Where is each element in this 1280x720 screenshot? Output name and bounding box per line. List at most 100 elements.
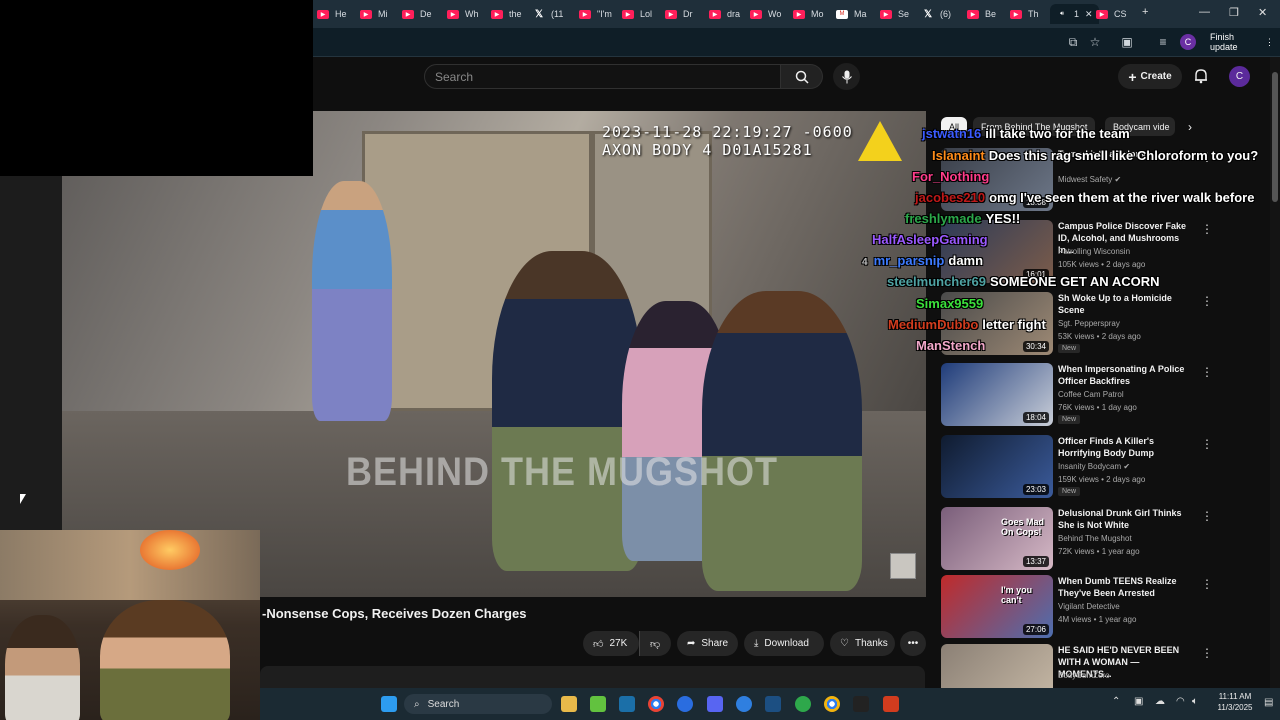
more-options-icon[interactable]: ⋮	[1201, 509, 1213, 523]
channel-name[interactable]: Behind The Mugshot	[1058, 534, 1132, 543]
app-icon[interactable]	[883, 696, 899, 712]
youtube-icon: ▶	[967, 9, 979, 19]
tray-chevron-icon[interactable]: ⌃	[1112, 696, 1120, 707]
browser-tab[interactable]: ▶ Mi	[360, 4, 388, 24]
voice-search-button[interactable]	[833, 63, 860, 90]
recommendation-title[interactable]: When Dumb TEENS Realize They've Been Arr…	[1058, 575, 1188, 599]
share-button[interactable]: ➦ Share	[677, 631, 738, 656]
video-thumbnail[interactable]: Goes Mad On Cops! 13:37	[941, 507, 1053, 570]
reading-list-icon[interactable]: ≡	[1155, 34, 1171, 50]
like-button[interactable]: 👍︎ 27K	[583, 631, 639, 656]
search-button[interactable]	[781, 64, 823, 89]
finish-update-button[interactable]: Finish update ⋮	[1204, 32, 1280, 52]
taskbar-clock[interactable]: 11:11 AM 11/3/2025	[1212, 691, 1258, 713]
chrome-icon[interactable]	[824, 696, 840, 712]
channel-watermark-icon[interactable]	[890, 553, 916, 579]
nvidia-icon[interactable]	[590, 696, 606, 712]
description-box[interactable]	[260, 666, 925, 688]
more-options-icon[interactable]: ⋮	[1201, 365, 1213, 379]
channel-name[interactable]: Patrolling Wisconsin	[1058, 247, 1130, 256]
channel-name[interactable]: Sgt. Pepperspray	[1058, 319, 1120, 328]
thanks-button[interactable]: ♡ Thanks	[830, 631, 895, 656]
browser-tab[interactable]: 🔊︎ 1 ✕	[1050, 4, 1099, 24]
recommendation-title[interactable]: Officer Finds A Killer's Horrifying Body…	[1058, 435, 1188, 459]
more-options-icon[interactable]: ⋮	[1201, 222, 1213, 236]
install-app-icon[interactable]: ⧉	[1065, 34, 1081, 50]
steam-icon[interactable]	[765, 696, 781, 712]
scrollbar-thumb[interactable]	[1272, 72, 1278, 202]
minimize-button[interactable]: —	[1199, 6, 1210, 18]
close-window-button[interactable]: ✕	[1258, 6, 1267, 19]
maximize-button[interactable]: ❐	[1229, 6, 1239, 19]
search-input[interactable]: Search	[424, 64, 781, 89]
video-thumbnail[interactable]: I'm you can't 27:06	[941, 575, 1053, 638]
browser-tab[interactable]: M Ma	[836, 4, 867, 24]
app-icon[interactable]	[795, 696, 811, 712]
browser-tab[interactable]: ▶ Th	[1010, 4, 1039, 24]
dislike-button[interactable]: 👎︎	[639, 631, 671, 656]
browser-tab[interactable]: ▶ Wh	[447, 4, 479, 24]
download-button[interactable]: ⤓ Download	[744, 631, 824, 656]
video-thumbnail[interactable]: 23:03	[941, 435, 1053, 498]
tray-app-icon[interactable]: ▣	[1134, 696, 1143, 707]
more-options-icon[interactable]: ⋮	[1201, 437, 1213, 451]
windows-start-icon[interactable]	[381, 696, 397, 712]
tray-cloud-icon[interactable]: ☁	[1155, 696, 1165, 707]
video-duration: 30:34	[1022, 341, 1049, 352]
recommendation-item[interactable]: 18:04 When Impersonating A Police Officer…	[941, 363, 1213, 427]
recommendation-item[interactable]: I'm you can't 27:06 When Dumb TEENS Realiz…	[941, 575, 1213, 639]
channel-name[interactable]: Midwest Safety ✔	[1058, 175, 1121, 184]
chip-next-chevron-icon[interactable]: ›	[1188, 120, 1192, 134]
browser-tab[interactable]: 𝕏 (11	[533, 4, 563, 24]
recommendation-title[interactable]: Sh Woke Up to a Homicide Scene	[1058, 292, 1188, 316]
channel-name[interactable]: Coffee Cam Patrol	[1058, 390, 1124, 399]
browser-tab[interactable]: ▶ Be	[967, 4, 996, 24]
app-icon[interactable]	[736, 696, 752, 712]
volume-icon[interactable]: 🔈︎	[1192, 696, 1198, 707]
discord-icon[interactable]	[707, 696, 723, 712]
browser-tab[interactable]: ▶ De	[402, 4, 432, 24]
channel-name[interactable]: BodyCamZero	[1058, 671, 1110, 680]
obs-icon[interactable]	[853, 696, 869, 712]
browser-tab[interactable]: ▶ He	[317, 4, 347, 24]
video-player[interactable]: 2023-11-28 22:19:27 -0600 AXON BODY 4 D0…	[62, 111, 926, 597]
more-actions-button[interactable]: •••	[900, 631, 926, 656]
notification-center-icon[interactable]: ▤	[1264, 697, 1273, 708]
more-options-icon[interactable]: ⋮	[1201, 646, 1213, 660]
file-explorer-icon[interactable]	[561, 696, 577, 712]
steam-icon[interactable]	[619, 696, 635, 712]
notifications-button[interactable]	[1191, 66, 1211, 86]
more-options-icon[interactable]: ⋮	[1201, 577, 1213, 591]
channel-name[interactable]: Insanity Bodycam ✔	[1058, 462, 1130, 471]
profile-avatar[interactable]: C	[1180, 34, 1196, 50]
browser-tab[interactable]: ▶ CS	[1096, 4, 1127, 24]
close-tab-icon[interactable]: ✕	[1085, 9, 1093, 20]
browser-tab[interactable]: ▶ the	[491, 4, 522, 24]
browser-tab[interactable]: ▶ Dr	[665, 4, 693, 24]
browser-tab-label: Se	[898, 9, 910, 19]
recommendation-item[interactable]: 23:03 Officer Finds A Killer's Horrifying…	[941, 435, 1213, 499]
cast-icon[interactable]: ▣	[1119, 34, 1135, 50]
browser-tab[interactable]: ▶ Se	[880, 4, 909, 24]
browser-tab[interactable]: ▶ Wo	[750, 4, 781, 24]
browser-tab[interactable]: ▶ dra	[709, 4, 740, 24]
taskbar-search[interactable]: ⌕ Search	[404, 694, 552, 714]
create-button[interactable]: + Create	[1118, 64, 1182, 89]
more-options-icon[interactable]: ⋮	[1201, 294, 1213, 308]
new-tab-button[interactable]: +	[1142, 6, 1148, 18]
channel-name[interactable]: Vigilant Detective	[1058, 602, 1120, 611]
account-avatar[interactable]: C	[1229, 66, 1250, 87]
browser-tab[interactable]: ▶ "I'm	[579, 4, 612, 24]
recommendation-title[interactable]: When Impersonating A Police Officer Back…	[1058, 363, 1188, 387]
browser-tab[interactable]: ▶ Mo	[793, 4, 824, 24]
bookmark-star-icon[interactable]: ☆	[1087, 34, 1103, 50]
wifi-icon[interactable]: ◠	[1176, 696, 1185, 707]
recommendation-item[interactable]: Goes Mad On Cops! 13:37 Delusional Drunk G…	[941, 507, 1213, 571]
browser-tab[interactable]: 𝕏 (6)	[922, 4, 951, 24]
chrome-icon[interactable]	[648, 696, 664, 712]
browser-tab[interactable]: ▶ Lol	[622, 4, 652, 24]
video-thumbnail[interactable]: 18:04	[941, 363, 1053, 426]
recommendation-title[interactable]: Delusional Drunk Girl Thinks She is Not …	[1058, 507, 1188, 531]
app-icon[interactable]	[677, 696, 693, 712]
video-timestamp: 2023-11-28 22:19:27 -0600	[602, 123, 853, 141]
